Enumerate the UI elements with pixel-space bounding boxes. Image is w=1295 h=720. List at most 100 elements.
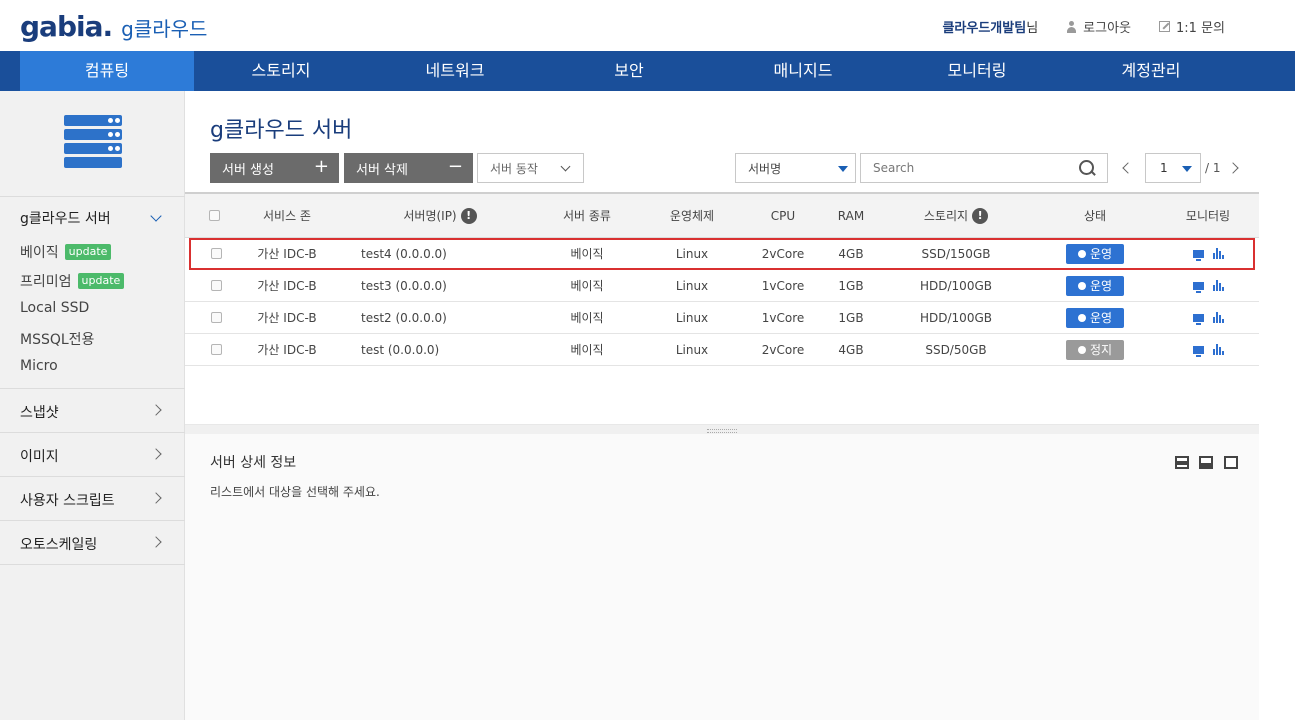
panel-splitter[interactable] <box>185 424 1259 434</box>
bar-chart-icon[interactable] <box>1212 280 1224 291</box>
sidebar-group-label: 오토스케일링 <box>20 537 98 553</box>
status-dot-icon <box>1077 281 1086 290</box>
logout-link[interactable]: 로그아웃 <box>1066 17 1131 36</box>
full-view-icon[interactable] <box>1224 456 1238 469</box>
prev-page-icon[interactable] <box>1122 162 1134 174</box>
cell-cpu: 1vCore <box>761 310 805 325</box>
cell-os: Linux <box>675 342 709 357</box>
cell-type: 베이직 <box>570 247 604 261</box>
sidebar-sub-item-label: MSSQL전용 <box>20 332 95 348</box>
row-checkbox[interactable] <box>210 280 222 291</box>
cell-zone: 가산 IDC-B <box>257 311 317 325</box>
edit-icon <box>1159 21 1171 32</box>
nav-item[interactable]: 계정관리 <box>1064 51 1238 91</box>
sidebar-sub-item[interactable]: Micro <box>20 358 58 374</box>
cell-status: 운영 <box>1065 270 1125 301</box>
bar-chart-icon[interactable] <box>1212 248 1224 259</box>
col-ram[interactable]: RAM <box>825 194 877 237</box>
cell-ram: 1GB <box>838 278 864 293</box>
status-badge: 운영 <box>1066 275 1124 296</box>
status-label: 운영 <box>1089 279 1113 293</box>
col-monitoring: 모니터링 <box>1185 209 1231 223</box>
info-icon[interactable]: ! <box>972 207 989 224</box>
divider <box>0 520 185 521</box>
cell-ram: 4GB <box>838 246 864 261</box>
page-total: / 1 <box>1205 161 1221 175</box>
info-icon[interactable]: ! <box>460 207 477 224</box>
user-area: 클라우드개발팀님 로그아웃 1:1 문의 <box>942 17 1225 36</box>
select-all-checkbox[interactable] <box>209 210 220 221</box>
sidebar-sub-item[interactable]: MSSQL전용 <box>20 329 94 349</box>
col-name[interactable]: 서버명(IP)! <box>385 194 495 237</box>
logo[interactable]: gabia. g클라우드 <box>20 10 207 43</box>
sidebar: g클라우드 서버 베이직 update 프리미엄 update Local SSD MSS… <box>0 91 185 720</box>
cell-status: 운영 <box>1065 238 1125 269</box>
detail-message: 리스트에서 대상을 선택해 주세요. <box>210 485 380 499</box>
status-badge: 운영 <box>1066 307 1124 328</box>
cell-os: Linux <box>675 310 709 325</box>
col-os[interactable]: 운영체제 <box>655 194 729 237</box>
cell-type: 베이직 <box>570 311 604 325</box>
cell-cpu: 1vCore <box>761 278 805 293</box>
split-view-icon[interactable] <box>1175 456 1189 469</box>
table-header: 서비스 존 서버명(IP)! 서버 종류 운영체제 CPU RAM 스토리지! … <box>185 192 1259 238</box>
table-row[interactable]: 가산 IDC-B test2 (0.0.0.0) 베이직 Linux 1vCore 1GB… <box>185 302 1259 334</box>
filter-select[interactable]: 서버명 <box>735 153 856 183</box>
nav-item[interactable]: 네트워크 <box>368 51 542 91</box>
cell-storage: SSD/50GB <box>925 342 987 357</box>
col-cpu[interactable]: CPU <box>755 194 811 237</box>
search-input[interactable] <box>861 154 1061 182</box>
cell-status: 정지 <box>1065 334 1125 365</box>
monitor-icon[interactable] <box>1192 281 1204 293</box>
row-checkbox-cell <box>209 334 223 365</box>
inquiry-link[interactable]: 1:1 문의 <box>1159 17 1225 36</box>
page-title: g클라우드 서버 <box>210 118 353 143</box>
monitor-icon[interactable] <box>1192 345 1204 357</box>
nav-item[interactable]: 컴퓨팅 <box>20 51 194 91</box>
plus-icon: + <box>313 156 329 177</box>
col-status[interactable]: 상태 <box>1065 194 1125 237</box>
table-row[interactable]: 가산 IDC-B test (0.0.0.0) 베이직 Linux 2vCore 4GB S… <box>185 334 1259 366</box>
sidebar-group-label: 이미지 <box>20 449 59 465</box>
row-checkbox[interactable] <box>210 248 222 259</box>
cell-name: test4 (0.0.0.0) <box>361 246 447 261</box>
cell-monitoring <box>1173 302 1243 333</box>
sidebar-sub-item-label: 프리미엄 <box>20 274 72 290</box>
row-checkbox[interactable] <box>210 344 222 355</box>
status-dot-icon <box>1077 249 1086 258</box>
monitor-icon[interactable] <box>1192 249 1204 261</box>
next-page-icon[interactable] <box>1227 162 1239 174</box>
table-row[interactable]: 가산 IDC-B test3 (0.0.0.0) 베이직 Linux 1vCore 1GB… <box>185 270 1259 302</box>
col-type[interactable]: 서버 종류 <box>547 194 627 237</box>
page-select[interactable]: 1 <box>1145 153 1201 183</box>
sidebar-sub-item[interactable]: 베이직 update <box>20 242 112 262</box>
col-zone[interactable]: 서비스 존 <box>245 194 329 237</box>
cell-ram: 1GB <box>838 310 864 325</box>
bottom-view-icon[interactable] <box>1199 456 1213 469</box>
status-badge: 정지 <box>1066 339 1124 360</box>
status-badge: 운영 <box>1066 243 1124 264</box>
sidebar-sub-item[interactable]: 프리미엄 update <box>20 271 125 291</box>
nav-item[interactable]: 매니지드 <box>716 51 890 91</box>
server-action-select[interactable]: 서버 동작 <box>477 153 584 183</box>
nav-item[interactable]: 보안 <box>542 51 716 91</box>
nav-item[interactable]: 모니터링 <box>890 51 1064 91</box>
cell-storage: SSD/150GB <box>921 246 991 261</box>
create-server-button[interactable]: 서버 생성 + <box>210 153 339 183</box>
nav-item[interactable]: 스토리지 <box>194 51 368 91</box>
sidebar-sub-item[interactable]: Local SSD <box>20 300 89 316</box>
server-stack-icon <box>64 115 122 169</box>
table-row[interactable]: 가산 IDC-B test4 (0.0.0.0) 베이직 Linux 2vCore 4GB… <box>189 238 1255 270</box>
sidebar-sub-item-label: Micro <box>20 358 58 374</box>
monitor-icon[interactable] <box>1192 313 1204 325</box>
search-icon[interactable] <box>1079 160 1095 176</box>
row-checkbox[interactable] <box>210 312 222 323</box>
col-storage[interactable]: 스토리지! <box>901 194 1011 237</box>
minus-icon: − <box>447 156 463 177</box>
bar-chart-icon[interactable] <box>1212 312 1224 323</box>
delete-server-button[interactable]: 서버 삭제 − <box>344 153 473 183</box>
cell-cpu: 2vCore <box>761 342 805 357</box>
right-gutter <box>1259 91 1295 720</box>
divider <box>0 476 185 477</box>
bar-chart-icon[interactable] <box>1212 344 1224 355</box>
